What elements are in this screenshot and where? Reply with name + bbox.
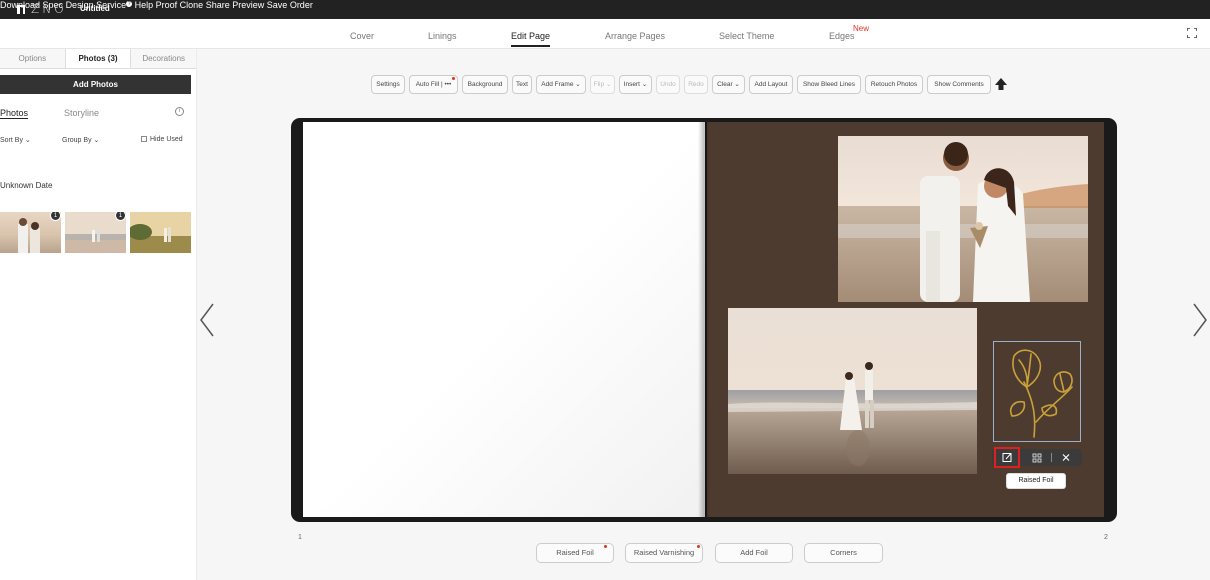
raised-foil-edit-button[interactable] xyxy=(994,447,1020,468)
photo-thumbnail[interactable]: 1 xyxy=(0,212,61,253)
tab-options[interactable]: Options xyxy=(0,49,66,68)
notification-dot xyxy=(604,545,607,548)
tab-select-theme[interactable]: Select Theme xyxy=(719,31,774,41)
raised-foil-button[interactable]: Raised Foil xyxy=(536,543,614,563)
raised-foil-label: Raised Foil xyxy=(556,548,594,557)
logo-mark-icon xyxy=(17,4,25,14)
add-layout-button[interactable]: Add Layout xyxy=(749,75,793,94)
logo-text: ZNO xyxy=(31,2,67,16)
add-frame-dropdown[interactable]: Add Frame ⌄ xyxy=(536,75,586,94)
help-link[interactable]: Help xyxy=(135,0,154,10)
shore-photo xyxy=(728,308,977,474)
previous-page-arrow-icon[interactable] xyxy=(198,302,216,338)
proof-link[interactable]: Proof xyxy=(156,0,178,10)
save-link[interactable]: Save xyxy=(267,0,288,10)
tab-linings[interactable]: Linings xyxy=(428,31,457,41)
hide-used-checkbox[interactable] xyxy=(141,136,147,143)
raised-varnishing-label: Raised Varnishing xyxy=(633,548,695,557)
photo-frame-couple-beach[interactable] xyxy=(838,136,1088,302)
raised-varnishing-button[interactable]: Raised Varnishing xyxy=(625,543,703,563)
share-link[interactable]: Share xyxy=(206,0,230,10)
retouch-photos-button[interactable]: Retouch Photos xyxy=(865,75,923,94)
sub-tab-storyline[interactable]: Storyline xyxy=(64,108,99,118)
decoration-action-bar xyxy=(992,447,1082,468)
tab-edges[interactable]: Edges xyxy=(829,31,855,41)
sub-tab-photos[interactable]: Photos xyxy=(0,108,29,119)
flip-dropdown[interactable]: Flip ⌄ xyxy=(590,75,615,94)
background-button[interactable]: Background xyxy=(462,75,508,94)
field-photo-thumb-3 xyxy=(130,212,191,253)
left-page-number: 1 xyxy=(298,534,302,541)
tab-arrange-pages[interactable]: Arrange Pages xyxy=(605,31,665,41)
edit-icon xyxy=(1002,453,1012,462)
close-icon xyxy=(1062,454,1070,461)
arrow-up-icon[interactable] xyxy=(994,77,1008,91)
raised-foil-tooltip: Raised Foil xyxy=(1006,473,1066,489)
tab-cover[interactable]: Cover xyxy=(350,31,374,41)
left-page[interactable] xyxy=(303,122,705,517)
order-link[interactable]: Order xyxy=(290,0,313,10)
spine xyxy=(698,122,710,517)
show-bleed-lines-button[interactable]: Show Bleed Lines xyxy=(797,75,861,94)
tab-photos[interactable]: Photos (3) xyxy=(65,49,132,68)
remove-button[interactable] xyxy=(1055,449,1077,466)
tab-decorations[interactable]: Decorations xyxy=(131,49,197,68)
insert-dropdown[interactable]: Insert ⌄ xyxy=(619,75,652,94)
photo-thumbnail[interactable]: 1 xyxy=(65,212,126,253)
document-title[interactable]: Untitled xyxy=(80,4,110,13)
preview-link[interactable]: Preview xyxy=(232,0,264,10)
photo-thumbnails: 1 1 xyxy=(0,212,197,254)
redo-button[interactable]: Redo xyxy=(684,75,708,94)
clone-link[interactable]: Clone xyxy=(180,0,204,10)
corners-button[interactable]: Corners xyxy=(804,543,883,563)
notification-dot xyxy=(697,545,700,548)
new-badge: New xyxy=(853,24,870,33)
zno-logo[interactable]: ZNO xyxy=(17,3,67,15)
text-button[interactable]: Text xyxy=(512,75,532,94)
sort-by-dropdown[interactable]: Sort By ⌄ xyxy=(0,136,31,144)
floral-foil-icon xyxy=(1009,349,1073,438)
clear-dropdown[interactable]: Clear ⌄ xyxy=(712,75,745,94)
auto-fill-button[interactable]: Auto Fill | ••• xyxy=(409,75,458,94)
undo-button[interactable]: Undo xyxy=(656,75,680,94)
foil-decoration-frame[interactable] xyxy=(993,341,1081,442)
help-circle-icon: ? xyxy=(126,1,133,7)
date-group-label: Unknown Date xyxy=(0,181,53,190)
add-foil-button[interactable]: Add Foil xyxy=(715,543,793,563)
next-page-arrow-icon[interactable] xyxy=(1191,302,1209,338)
left-sidebar: Options Photos (3) Decorations Add Photo… xyxy=(0,49,197,580)
arrange-button[interactable] xyxy=(1026,449,1048,466)
toolbar-divider xyxy=(1051,453,1052,462)
notification-dot xyxy=(452,77,455,80)
fullscreen-icon[interactable] xyxy=(1187,28,1197,38)
right-page-number: 2 xyxy=(1104,534,1108,541)
show-comments-button[interactable]: Show Comments xyxy=(927,75,991,94)
top-menu: Download Spec Design Service? Help Proof… xyxy=(0,0,1210,10)
couple-photo xyxy=(838,136,1088,302)
tab-edit-page[interactable]: Edit Page xyxy=(511,31,551,47)
photo-frame-couple-shore[interactable] xyxy=(728,308,977,474)
hide-used-toggle[interactable]: Hide Used xyxy=(141,136,183,143)
top-bar: ZNO Untitled Download Spec Design Servic… xyxy=(0,0,1210,19)
info-icon[interactable]: i xyxy=(175,107,184,116)
photo-thumbnail[interactable] xyxy=(130,212,191,253)
add-photos-button[interactable]: Add Photos xyxy=(0,75,191,94)
hide-used-label: Hide Used xyxy=(150,136,183,143)
sidebar-tabs: Options Photos (3) Decorations xyxy=(0,49,197,69)
auto-fill-label: Auto Fill | ••• xyxy=(415,81,452,88)
group-by-dropdown[interactable]: Group By ⌄ xyxy=(62,136,99,144)
settings-button[interactable]: Settings xyxy=(371,75,405,94)
grid-icon xyxy=(1032,453,1042,463)
